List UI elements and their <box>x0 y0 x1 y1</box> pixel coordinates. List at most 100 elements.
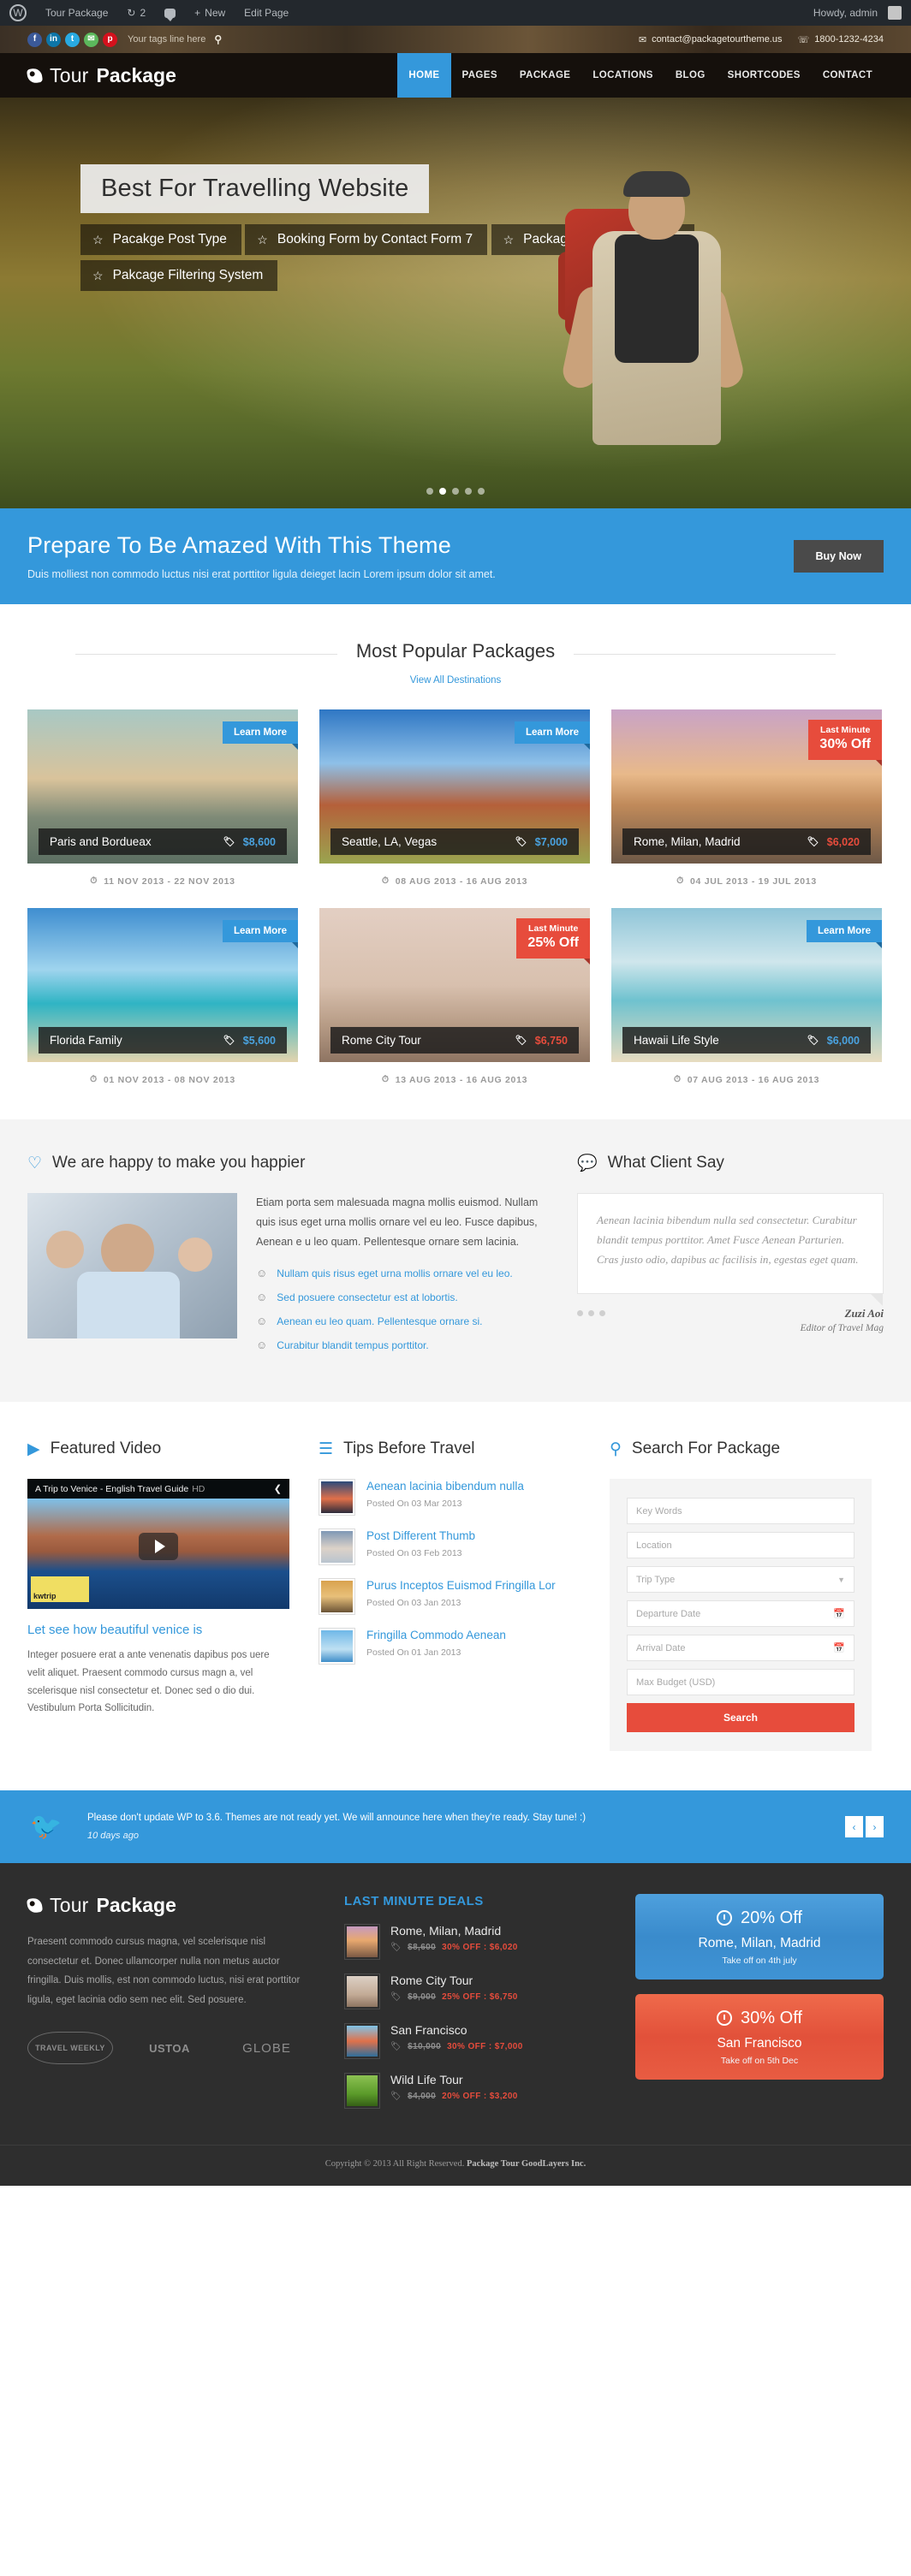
last-minute-badge[interactable]: Last Minute 30% Off <box>808 720 882 767</box>
package-thumbnail[interactable]: Learn More Seattle, LA, Vegas 🏷 $7,000 <box>319 709 590 864</box>
slider-dot[interactable] <box>426 488 433 495</box>
twitter-icon[interactable]: t <box>65 32 80 47</box>
keywords-field[interactable] <box>627 1498 854 1525</box>
video-player[interactable]: A Trip to Venice - English Travel Guide … <box>27 1479 289 1610</box>
tip-title[interactable]: Purus Inceptos Euismod Fringilla Lor <box>366 1578 556 1594</box>
learn-more-badge[interactable]: Learn More <box>223 721 298 750</box>
departure-date-field[interactable]: 📅 <box>627 1600 854 1628</box>
search-button[interactable]: Search <box>627 1703 854 1733</box>
package-price: $6,020 <box>826 835 860 848</box>
video-caption[interactable]: Let see how beautiful venice is <box>27 1623 289 1637</box>
deal-new-price: 20% OFF : $3,200 <box>442 2092 518 2102</box>
list-item[interactable]: San Francisco 🏷 $10,000 30% OFF : $7,000 <box>344 2023 601 2060</box>
list-item[interactable]: Fringilla Commodo Aenean Posted On 01 Jan… <box>319 1628 581 1665</box>
view-all-destinations-link[interactable]: View All Destinations <box>410 675 502 686</box>
chevron-left-icon[interactable]: ‹ <box>845 1816 863 1838</box>
hero-slider-dots[interactable] <box>426 488 485 495</box>
package-thumbnail[interactable]: Learn More Paris and Bordueax 🏷 $8,600 <box>27 709 298 864</box>
package-thumbnail[interactable]: Learn More Florida Family 🏷 $5,600 <box>27 908 298 1062</box>
arrival-date-field[interactable]: 📅 <box>627 1635 854 1662</box>
hero-title: Best For Travelling Website <box>80 164 430 213</box>
linkedin-icon[interactable]: in <box>46 32 61 47</box>
slider-dot[interactable] <box>452 488 459 495</box>
list-item[interactable]: Aenean lacinia bibendum nulla Posted On 0… <box>319 1479 581 1517</box>
location-input[interactable] <box>636 1540 845 1551</box>
nav-item-pages[interactable]: PAGES <box>451 53 509 98</box>
footer-logo[interactable]: Tour Package <box>26 1894 310 1917</box>
list-item[interactable]: Rome City Tour 🏷 $9,000 25% OFF : $6,750 <box>344 1974 601 2010</box>
wp-logo-button[interactable]: W <box>0 0 36 26</box>
nav-item-package[interactable]: PACKAGE <box>509 53 581 98</box>
nav-item-shortcodes[interactable]: SHORTCODES <box>717 53 812 98</box>
buy-now-button[interactable]: Buy Now <box>793 540 884 573</box>
pinterest-icon[interactable]: p <box>103 32 117 47</box>
share-icon[interactable]: ❮ <box>274 1483 282 1494</box>
contact-email[interactable]: ✉ contact@packagetourtheme.us <box>639 34 783 45</box>
testimonial-dot[interactable] <box>588 1310 594 1316</box>
tip-title[interactable]: Post Different Thumb <box>366 1528 475 1544</box>
footer-deals-column: LAST MINUTE DEALS Rome, Milan, Madrid 🏷 $… <box>344 1894 601 2122</box>
promo-card-rome[interactable]: 20% Off Rome, Milan, Madrid Take off on … <box>635 1894 884 1980</box>
contact-phone[interactable]: ☏ 1800-1232-4234 <box>797 34 884 45</box>
happy-bullet[interactable]: ☺ Curabitur blandit tempus porttitor. <box>256 1338 541 1351</box>
nav-item-locations[interactable]: LOCATIONS <box>581 53 664 98</box>
learn-more-badge[interactable]: Learn More <box>223 920 298 948</box>
phone-icon: ☏ <box>797 34 810 45</box>
tip-title[interactable]: Aenean lacinia bibendum nulla <box>366 1479 524 1494</box>
new-content-menu[interactable]: + New <box>185 0 235 26</box>
facebook-icon[interactable]: f <box>27 32 42 47</box>
max-budget-input[interactable] <box>636 1677 845 1688</box>
tip-title[interactable]: Fringilla Commodo Aenean <box>366 1628 506 1643</box>
package-card[interactable]: Last Minute 25% Off Rome City Tour 🏷 $6,7… <box>319 908 590 1085</box>
calendar-icon[interactable]: 📅 <box>833 1608 845 1619</box>
last-minute-badge[interactable]: Last Minute 25% Off <box>516 918 590 965</box>
happy-bullet[interactable]: ☺ Aenean eu leo quam. Pellentesque ornare… <box>256 1315 541 1327</box>
play-icon[interactable] <box>139 1533 178 1561</box>
slider-dot[interactable] <box>465 488 472 495</box>
nav-item-contact[interactable]: CONTACT <box>812 53 884 98</box>
slider-dot-active[interactable] <box>439 488 446 495</box>
package-card[interactable]: Learn More Hawaii Life Style 🏷 $6,000 ⏱ 07… <box>611 908 882 1085</box>
package-card[interactable]: Learn More Florida Family 🏷 $5,600 ⏱ 01 NO… <box>27 908 298 1085</box>
howdy-menu[interactable]: Howdy, admin <box>804 0 911 26</box>
updates-menu[interactable]: ↻ 2 <box>117 0 155 26</box>
nav-item-home[interactable]: HOME <box>397 53 451 98</box>
promo-card-sanfrancisco[interactable]: 30% Off San Francisco Take off on 5th De… <box>635 1994 884 2080</box>
departure-date-input[interactable] <box>636 1608 834 1619</box>
happy-bullet[interactable]: ☺ Nullam quis risus eget urna mollis orna… <box>256 1267 541 1279</box>
testimonial-dots[interactable] <box>577 1307 605 1316</box>
package-thumbnail[interactable]: Last Minute 30% Off Rome, Milan, Madrid … <box>611 709 882 864</box>
testimonial-dot[interactable] <box>577 1310 583 1316</box>
site-name-menu[interactable]: Tour Package <box>36 0 117 26</box>
arrival-date-input[interactable] <box>636 1642 834 1653</box>
slider-dot[interactable] <box>478 488 485 495</box>
testimonial-dot[interactable] <box>599 1310 605 1316</box>
email-icon[interactable]: ✉ <box>84 32 98 47</box>
nav-item-blog[interactable]: BLOG <box>664 53 717 98</box>
edit-page-link[interactable]: Edit Page <box>235 0 298 26</box>
promo-destination: Rome, Milan, Madrid <box>698 1935 821 1950</box>
chevron-right-icon[interactable]: › <box>866 1816 884 1838</box>
package-name: Florida Family <box>50 1034 122 1047</box>
calendar-icon[interactable]: 📅 <box>833 1642 845 1653</box>
package-thumbnail[interactable]: Last Minute 25% Off Rome City Tour 🏷 $6,7… <box>319 908 590 1062</box>
globe-travel-awards-logo: GLOBE <box>242 2040 291 2056</box>
search-input[interactable] <box>636 1505 845 1517</box>
site-logo[interactable]: Tour Package <box>26 64 176 87</box>
trip-type-select[interactable]: Trip Type ▼ <box>627 1566 854 1594</box>
list-item[interactable]: Post Different Thumb Posted On 03 Feb 201… <box>319 1528 581 1566</box>
package-card[interactable]: Learn More Seattle, LA, Vegas 🏷 $7,000 ⏱ 0… <box>319 709 590 887</box>
max-budget-field[interactable] <box>627 1669 854 1696</box>
learn-more-badge[interactable]: Learn More <box>807 920 882 948</box>
package-card[interactable]: Last Minute 30% Off Rome, Milan, Madrid … <box>611 709 882 887</box>
package-thumbnail[interactable]: Learn More Hawaii Life Style 🏷 $6,000 <box>611 908 882 1062</box>
learn-more-badge[interactable]: Learn More <box>515 721 590 750</box>
list-item[interactable]: Purus Inceptos Euismod Fringilla Lor Post… <box>319 1578 581 1616</box>
search-icon[interactable]: ⚲ <box>214 33 222 45</box>
list-item[interactable]: Rome, Milan, Madrid 🏷 $8,600 30% OFF : $6,… <box>344 1924 601 1961</box>
list-item[interactable]: Wild Life Tour 🏷 $4,000 20% OFF : $3,200 <box>344 2073 601 2110</box>
package-card[interactable]: Learn More Paris and Bordueax 🏷 $8,600 ⏱ 1… <box>27 709 298 887</box>
happy-bullet[interactable]: ☺ Sed posuere consectetur est at lobortis… <box>256 1291 541 1303</box>
comments-menu[interactable] <box>155 0 185 26</box>
location-field[interactable] <box>627 1532 854 1559</box>
